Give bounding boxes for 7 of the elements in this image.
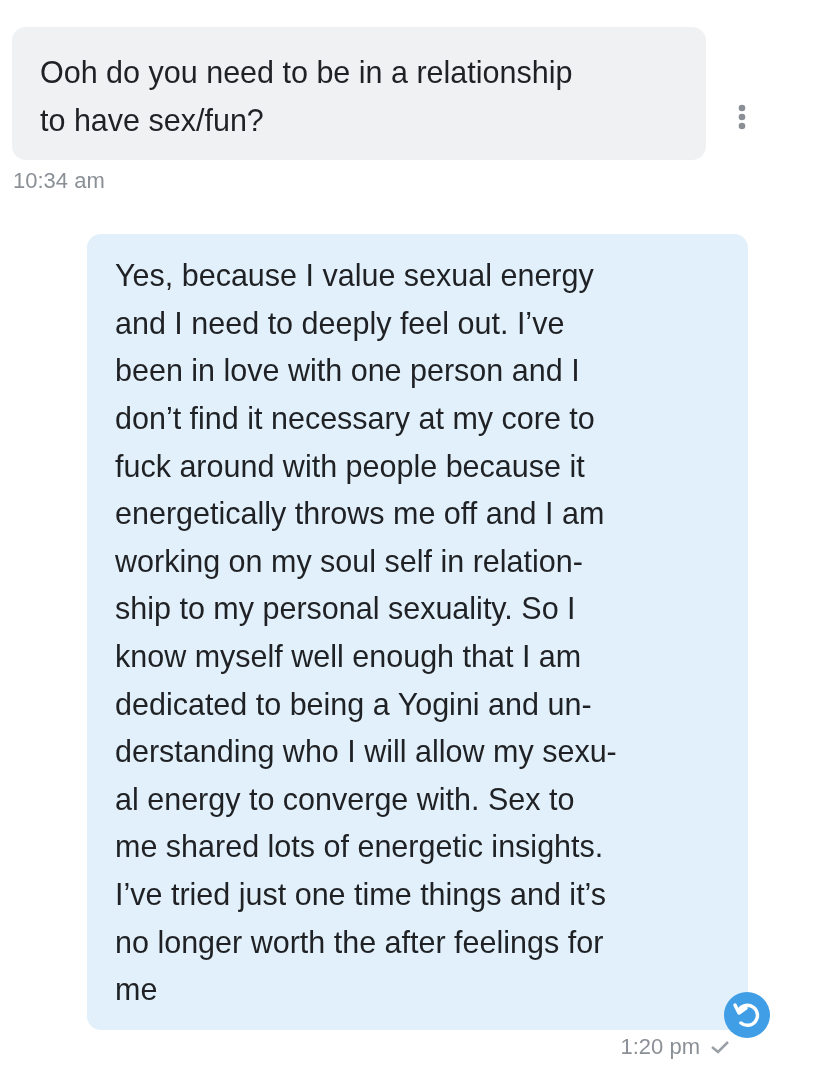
message-text: Yes, because I value sexual energy and I need to deeply feel out. I’ve been in love with one person and I don’t find it necessary at my core to fuck around with people because it energetically throws me off and I am working on my soul self in relation- ship to my personal sexuality. So I know myself well enough that I am dedicated to being a Yogini and un- derstanding who I will allow my sexu- al energy to converge with. Sex to me shared lots of energetic insights. I’ve tried just one time things and it’s no longer worth the after feelings for me [115,258,617,1007]
message-text: Ooh do you need to be in a relationship to have sex/fun? [40,55,573,137]
checkmark-icon [710,1039,730,1054]
undo-icon[interactable] [724,991,770,1038]
message-time: 10:34 am [13,168,106,195]
message-time: 1:20 pm [620,1033,700,1060]
more-icon[interactable] [738,104,746,130]
